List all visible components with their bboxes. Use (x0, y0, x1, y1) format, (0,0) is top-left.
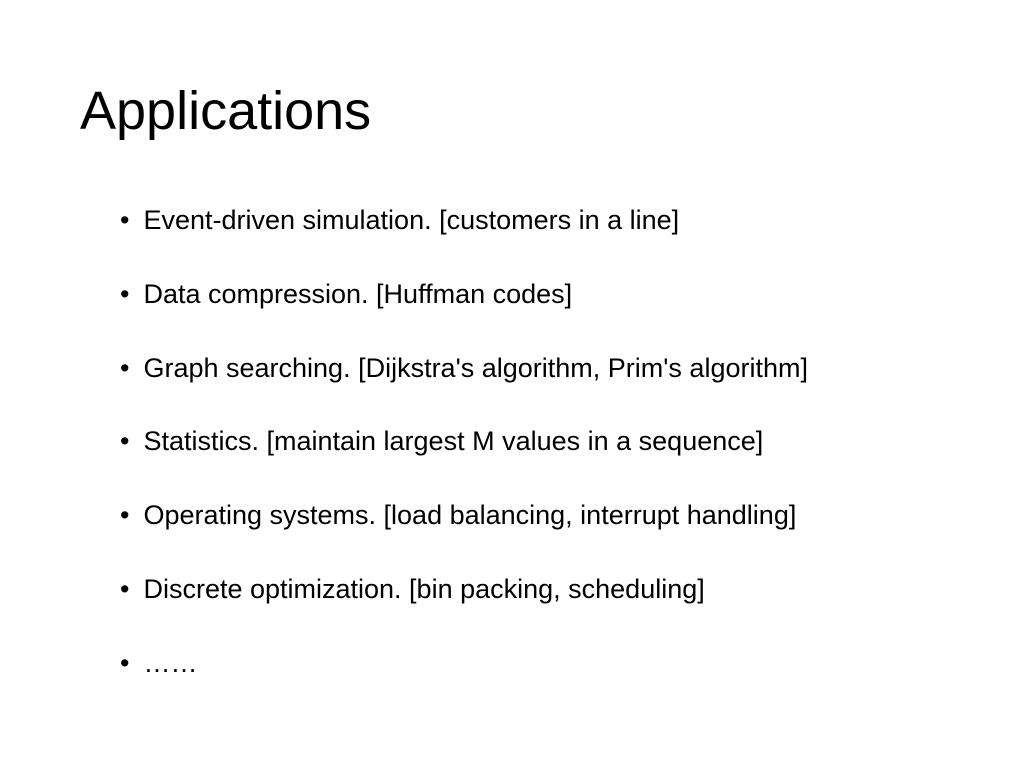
bullet-icon: • (120, 645, 129, 683)
bullet-icon: • (120, 276, 129, 314)
bullet-icon: • (120, 350, 129, 388)
list-item: • Statistics. [maintain largest M values… (120, 423, 944, 461)
bullet-text: …… (143, 645, 197, 683)
bullet-list: • Event-driven simulation. [customers in… (80, 202, 944, 683)
bullet-text: Statistics. [maintain largest M values i… (143, 423, 763, 461)
bullet-icon: • (120, 571, 129, 609)
list-item: • Operating systems. [load balancing, in… (120, 497, 944, 535)
bullet-text: Graph searching. [Dijkstra's algorithm, … (143, 350, 808, 388)
bullet-icon: • (120, 423, 129, 461)
bullet-icon: • (120, 497, 129, 535)
list-item: • Event-driven simulation. [customers in… (120, 202, 944, 240)
slide-title: Applications (80, 80, 944, 142)
bullet-text: Event-driven simulation. [customers in a… (143, 202, 679, 240)
list-item: • …… (120, 645, 944, 683)
bullet-text: Discrete optimization. [bin packing, sch… (143, 571, 704, 609)
list-item: • Graph searching. [Dijkstra's algorithm… (120, 350, 944, 388)
list-item: • Data compression. [Huffman codes] (120, 276, 944, 314)
slide-container: Applications • Event-driven simulation. … (0, 0, 1024, 683)
bullet-icon: • (120, 202, 129, 240)
bullet-text: Operating systems. [load balancing, inte… (143, 497, 796, 535)
bullet-text: Data compression. [Huffman codes] (143, 276, 572, 314)
list-item: • Discrete optimization. [bin packing, s… (120, 571, 944, 609)
